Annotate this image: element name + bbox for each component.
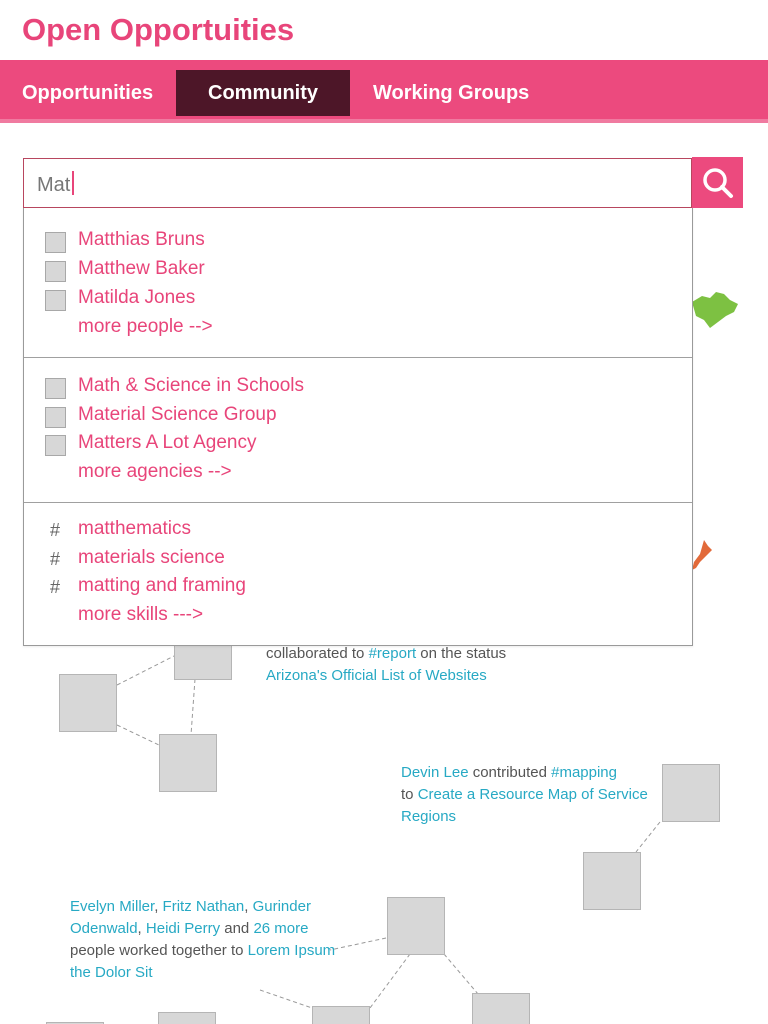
- search-button[interactable]: [692, 157, 743, 208]
- divider: [24, 502, 692, 503]
- separator: ,: [244, 898, 249, 915]
- suggestion-label[interactable]: Matters A Lot Agency: [78, 432, 257, 454]
- suggestion-agency[interactable]: Material Science Group: [24, 403, 692, 432]
- more-link-label[interactable]: more people -->: [78, 316, 213, 338]
- activity-item: Evelyn Miller, Fritz Nathan, Gurinder Od…: [70, 896, 345, 984]
- project-link[interactable]: Create a Resource Map of Service Regions: [401, 786, 648, 825]
- hashtag-icon: #: [50, 577, 61, 597]
- suggestion-label[interactable]: materials science: [78, 547, 225, 569]
- node-avatar[interactable]: [159, 734, 217, 792]
- suggestion-skill[interactable]: # matthematics: [24, 517, 692, 546]
- suggestion-label[interactable]: Matilda Jones: [78, 287, 195, 309]
- search-input-value: Mat: [37, 171, 75, 197]
- search-icon: [703, 168, 733, 198]
- checkbox[interactable]: [45, 290, 66, 311]
- suggestion-label[interactable]: matthematics: [78, 518, 191, 540]
- node-avatar[interactable]: [312, 1006, 370, 1024]
- suggestion-label[interactable]: Math & Science in Schools: [78, 375, 304, 397]
- more-skills-link[interactable]: more skills --->: [24, 603, 692, 632]
- checkbox[interactable]: [45, 232, 66, 253]
- suggestion-person[interactable]: Matthew Baker: [24, 257, 692, 286]
- activity-rest: on the status: [420, 645, 507, 662]
- more-link-label[interactable]: more skills --->: [78, 604, 203, 626]
- more-link-label[interactable]: more agencies -->: [78, 461, 232, 483]
- node-avatar[interactable]: [583, 852, 641, 910]
- separator: ,: [154, 898, 159, 915]
- more-people-link[interactable]: 26 more: [253, 920, 308, 937]
- suggestion-agency[interactable]: Math & Science in Schools: [24, 374, 692, 403]
- project-link[interactable]: Arizona's Official List of Websites: [266, 667, 487, 684]
- suggestion-label[interactable]: Material Science Group: [78, 404, 277, 426]
- person-link[interactable]: Fritz Nathan: [163, 898, 245, 915]
- search-suggestions: Matthias Bruns Matthew Baker Matilda Jon…: [23, 208, 693, 646]
- hashtag-icon: #: [50, 549, 61, 569]
- activity-and: and: [224, 920, 250, 937]
- node-avatar[interactable]: [662, 764, 720, 822]
- checkbox[interactable]: [45, 435, 66, 456]
- separator: ,: [137, 920, 142, 937]
- node-avatar[interactable]: [387, 897, 445, 955]
- node-avatar[interactable]: [59, 674, 117, 732]
- hashtag-icon: #: [50, 520, 61, 540]
- suggestion-person[interactable]: Matilda Jones: [24, 286, 692, 315]
- text-caret: [72, 171, 75, 195]
- divider: [24, 357, 692, 358]
- activity-to: to: [401, 786, 414, 803]
- tag-link[interactable]: #mapping: [551, 764, 617, 781]
- node-avatar[interactable]: [472, 993, 530, 1024]
- checkbox[interactable]: [45, 378, 66, 399]
- suggestion-skill[interactable]: # matting and framing: [24, 574, 692, 603]
- node-avatar[interactable]: [158, 1012, 216, 1024]
- activity-item: collaborated to #report on the status Ar…: [266, 643, 566, 687]
- person-link[interactable]: Evelyn Miller: [70, 898, 154, 915]
- activity-verb: collaborated to: [266, 645, 365, 662]
- tag-link[interactable]: #report: [369, 645, 417, 662]
- person-link[interactable]: Heidi Perry: [146, 920, 220, 937]
- activity-verb: people worked together to: [70, 942, 244, 959]
- more-people-link[interactable]: more people -->: [24, 315, 692, 344]
- suggestion-label[interactable]: Matthias Bruns: [78, 229, 205, 251]
- person-link[interactable]: Devin Lee: [401, 764, 469, 781]
- suggestion-agency[interactable]: Matters A Lot Agency: [24, 431, 692, 460]
- checkbox[interactable]: [45, 261, 66, 282]
- activity-item: Devin Lee contributed #mapping to Create…: [401, 762, 651, 828]
- search-input[interactable]: Mat: [23, 158, 692, 208]
- activity-verb: contributed: [472, 764, 547, 781]
- more-agencies-link[interactable]: more agencies -->: [24, 460, 692, 489]
- suggestion-label[interactable]: matting and framing: [78, 575, 246, 597]
- suggestion-label[interactable]: Matthew Baker: [78, 258, 205, 280]
- suggestion-skill[interactable]: # materials science: [24, 546, 692, 575]
- suggestion-person[interactable]: Matthias Bruns: [24, 228, 692, 257]
- checkbox[interactable]: [45, 407, 66, 428]
